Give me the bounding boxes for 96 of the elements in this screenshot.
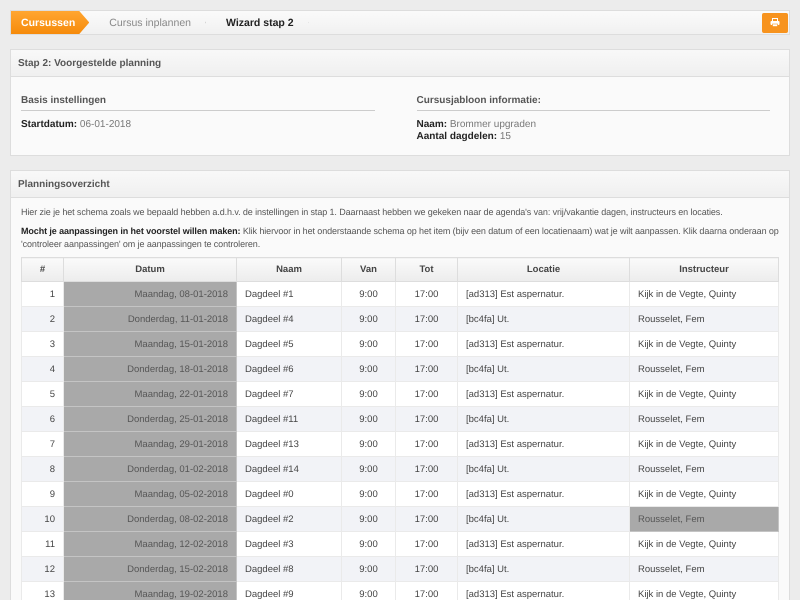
column-header: Tot — [396, 258, 458, 282]
table-cell: Dagdeel #1 — [236, 282, 342, 306]
table-cell: 9:00 — [342, 556, 396, 582]
table-cell: 5 — [22, 382, 64, 406]
table-cell: 9:00 — [342, 306, 396, 332]
table-cell: 1 — [22, 282, 64, 306]
table-cell: 9:00 — [342, 456, 396, 482]
table-cell: 6 — [22, 406, 64, 432]
panel-title: Planningsoverzicht — [11, 171, 789, 198]
table-cell: 17:00 — [396, 582, 458, 600]
table-cell: 9:00 — [342, 532, 396, 556]
table-cell: 3 — [22, 332, 64, 356]
column-header: Van — [342, 258, 396, 282]
instructor-cell[interactable]: Kijk in de Vegte, Quinty — [630, 582, 778, 600]
location-cell[interactable]: [bc4fa] Ut. — [458, 506, 630, 532]
table-cell: 9:00 — [342, 582, 396, 600]
column-header: # — [22, 258, 64, 282]
table-cell: 17:00 — [396, 482, 458, 506]
table-cell: 9:00 — [342, 356, 396, 382]
table-cell: 17:00 — [396, 356, 458, 382]
instructor-cell[interactable]: Rousselet, Fem — [630, 306, 778, 332]
table-cell: 9:00 — [342, 406, 396, 432]
table-cell: 17:00 — [396, 456, 458, 482]
location-cell[interactable]: [ad313] Est aspernatur. — [458, 282, 630, 306]
table-cell: 9:00 — [342, 282, 396, 306]
table-cell: 10 — [22, 506, 64, 532]
location-cell[interactable]: [bc4fa] Ut. — [458, 306, 630, 332]
location-cell[interactable]: [bc4fa] Ut. — [458, 556, 630, 582]
section-heading: Basis instellingen — [21, 95, 374, 111]
location-cell[interactable]: [ad313] Est aspernatur. — [458, 432, 630, 456]
table-cell: Dagdeel #3 — [236, 532, 342, 556]
instructor-cell[interactable]: Kijk in de Vegte, Quinty — [630, 532, 778, 556]
instructor-cell[interactable]: Kijk in de Vegte, Quinty — [630, 282, 778, 306]
table-cell: 17:00 — [396, 306, 458, 332]
table-cell: 9:00 — [342, 432, 396, 456]
table-cell: 9:00 — [342, 506, 396, 532]
column-header: Locatie — [458, 258, 630, 282]
table-cell: 17:00 — [396, 282, 458, 306]
column-header: Instructeur — [630, 258, 778, 282]
table-cell: 9:00 — [342, 482, 396, 506]
location-cell[interactable]: [ad313] Est aspernatur. — [458, 482, 630, 506]
instructor-cell[interactable]: Kijk in de Vegte, Quinty — [630, 382, 778, 406]
intro-text: Hier zie je het schema zoals we bepaald hebben a.d.h.v. de instellingen in stap 1. Daarnaast hebben we gekeken naar de agenda's van: vrij/vakantie dagen, instructeurs en locaties. — [21, 206, 724, 219]
column-header: Naam — [236, 258, 342, 282]
section-heading: Cursusjabloon informatie: — [416, 95, 770, 111]
location-cell[interactable]: [bc4fa] Ut. — [458, 456, 630, 482]
printer-icon — [770, 18, 780, 27]
instruction-text: Mocht je aanpassingen in het voorstel willen maken: Klik hiervoor in het onderstaande schema op het item (bijv een datum of een locatienaam) wat je wilt aanpassen. Klik daarna onderaan op 'controleer aanpassingen' om je aanpassingen te controleren. — [21, 225, 779, 251]
instructor-cell[interactable]: Kijk in de Vegte, Quinty — [630, 332, 778, 356]
table-cell: Dagdeel #0 — [236, 482, 342, 506]
instructor-cell[interactable]: Rousselet, Fem — [630, 406, 778, 432]
table-cell: Dagdeel #8 — [236, 556, 342, 582]
instructor-cell[interactable]: Rousselet, Fem — [630, 456, 778, 482]
location-cell[interactable]: [ad313] Est aspernatur. — [458, 332, 630, 356]
table-cell: Dagdeel #14 — [236, 456, 342, 482]
table-cell: 12 — [22, 556, 64, 582]
table-cell: 2 — [22, 306, 64, 332]
location-cell[interactable]: [ad313] Est aspernatur. — [458, 582, 630, 600]
location-cell[interactable]: [ad313] Est aspernatur. — [458, 532, 630, 556]
table-cell: 17:00 — [396, 556, 458, 582]
table-cell: Dagdeel #2 — [236, 506, 342, 532]
instructor-cell[interactable]: Kijk in de Vegte, Quinty — [630, 432, 778, 456]
table-cell: Dagdeel #9 — [236, 582, 342, 600]
table-cell: 9:00 — [342, 382, 396, 406]
print-button[interactable] — [762, 12, 788, 32]
table-cell: 17:00 — [396, 532, 458, 556]
table-cell: 17:00 — [396, 506, 458, 532]
table-cell: 7 — [22, 432, 64, 456]
location-cell[interactable]: [bc4fa] Ut. — [458, 406, 630, 432]
table-cell: Dagdeel #4 — [236, 306, 342, 332]
table-cell: Dagdeel #13 — [236, 432, 342, 456]
instructor-cell[interactable]: Kijk in de Vegte, Quinty — [630, 482, 778, 506]
table-cell: 4 — [22, 356, 64, 382]
panel-title: Stap 2: Voorgestelde planning — [11, 50, 789, 77]
table-cell: 17:00 — [396, 332, 458, 356]
table-cell: 8 — [22, 456, 64, 482]
table-cell: 11 — [22, 532, 64, 556]
table-cell: 13 — [22, 582, 64, 600]
info-field: Startdatum: 06-01-2018 — [21, 119, 374, 131]
breadcrumb-link[interactable]: Wizard stap 2 — [206, 11, 309, 34]
table-cell: 17:00 — [396, 406, 458, 432]
table-cell: 17:00 — [396, 382, 458, 406]
table-cell: Dagdeel #5 — [236, 332, 342, 356]
table-cell: Dagdeel #6 — [236, 356, 342, 382]
info-field: Aantal dagdelen: 15 — [416, 131, 770, 143]
instructor-cell[interactable]: Rousselet, Fem — [630, 556, 778, 582]
table-cell: 9 — [22, 482, 64, 506]
table-cell: 9:00 — [342, 332, 396, 356]
table-cell: Dagdeel #7 — [236, 382, 342, 406]
location-cell[interactable]: [bc4fa] Ut. — [458, 356, 630, 382]
info-field: Naam: Brommer upgraden — [416, 119, 770, 131]
table-cell: 17:00 — [396, 432, 458, 456]
table-cell: Dagdeel #11 — [236, 406, 342, 432]
instructor-cell[interactable]: Rousselet, Fem — [630, 356, 778, 382]
location-cell[interactable]: [ad313] Est aspernatur. — [458, 382, 630, 406]
column-header: Datum — [64, 258, 236, 282]
